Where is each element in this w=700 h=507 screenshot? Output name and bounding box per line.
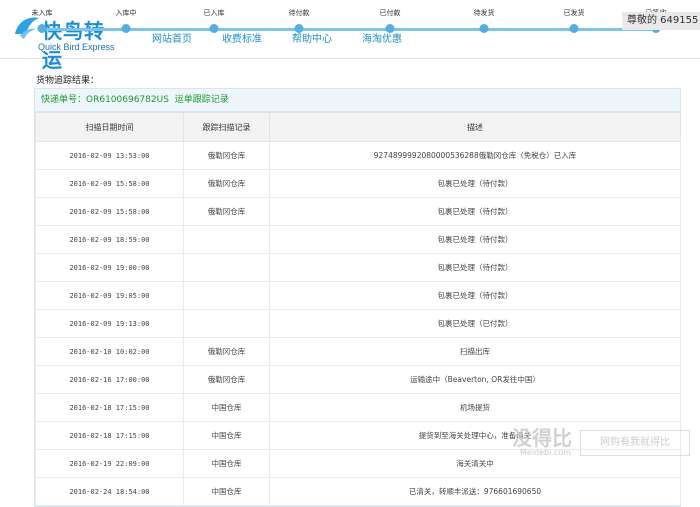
col-scan-time: 扫描日期时间 bbox=[35, 112, 184, 142]
table-row: 2016-02-09 19:00:00 包裹已处理（待付款） bbox=[35, 253, 681, 282]
col-description: 描述 bbox=[269, 112, 681, 142]
row-location bbox=[183, 225, 270, 254]
nav-help[interactable]: 帮助中心 bbox=[292, 30, 332, 45]
step-label: 已付款 bbox=[379, 10, 401, 17]
user-greeting[interactable]: 尊敬的 649155 bbox=[622, 12, 700, 30]
row-description: 运输途中（Beaverton, OR发往中国） bbox=[269, 365, 681, 394]
row-description: 包裹已处理（待付款） bbox=[269, 225, 681, 254]
row-time: 2016-02-24 18:54:00 bbox=[35, 477, 184, 506]
row-location: 俄勒冈仓库 bbox=[183, 365, 270, 394]
row-location: 俄勒冈仓库 bbox=[183, 169, 270, 198]
logo-english-text: Quick Bird Express bbox=[38, 42, 115, 52]
watermark-logo: 没得比 bbox=[512, 426, 572, 450]
row-time: 2016-02-09 19:00:00 bbox=[35, 253, 184, 282]
step-dot-icon bbox=[479, 24, 489, 33]
row-time: 2016-02-09 15:58:00 bbox=[35, 197, 184, 226]
step-label: 未入库 bbox=[31, 10, 53, 17]
row-description: 机场提货 bbox=[269, 393, 681, 422]
row-location: 俄勒冈仓库 bbox=[183, 141, 270, 170]
tracking-label: 快递单号： bbox=[41, 95, 87, 105]
row-time: 2016-02-10 10:02:00 bbox=[35, 337, 184, 366]
row-location: 中国仓库 bbox=[183, 477, 270, 506]
tracking-number: OR6100696782US bbox=[86, 95, 169, 105]
table-row: 2016-02-09 15:58:00 俄勒冈仓库 包裹已处理（待付款） bbox=[35, 197, 681, 226]
row-description: 包裹已处理（待付款） bbox=[269, 281, 681, 310]
row-location: 中国仓库 bbox=[183, 393, 270, 422]
row-description: 包裹已处理（待付款） bbox=[269, 253, 681, 282]
step-label: 已发货 bbox=[563, 10, 585, 17]
nav-pricing[interactable]: 收费标准 bbox=[222, 30, 262, 45]
site-logo[interactable]: 快鸟转运 Quick Bird Express bbox=[12, 12, 122, 72]
tracking-number-bar: 快递单号：OR6100696782US 运单跟踪记录 bbox=[35, 89, 680, 112]
row-description: 已清关，转顺丰派送：976601690650 bbox=[269, 477, 681, 506]
row-time: 2016-02-09 19:13:00 bbox=[35, 309, 184, 338]
table-row: 2016-02-10 10:02:00 俄勒冈仓库 扫描出库 bbox=[35, 337, 681, 366]
row-description: 包裹已处理（待付款） bbox=[269, 169, 681, 198]
table-row: 2016-02-24 18:54:00 中国仓库 已清关，转顺丰派送：9766016… bbox=[35, 477, 681, 506]
col-scan-record: 跟踪扫描记录 bbox=[183, 112, 270, 142]
row-location: 中国仓库 bbox=[183, 449, 270, 478]
row-time: 2016-02-09 13:53:00 bbox=[35, 141, 184, 170]
nav-home[interactable]: 网站首页 bbox=[152, 30, 192, 45]
row-location bbox=[183, 253, 270, 282]
row-time: 2016-02-19 22:09:00 bbox=[35, 449, 184, 478]
step-label: 待发货 bbox=[473, 10, 495, 17]
row-time: 2016-02-09 19:05:00 bbox=[35, 281, 184, 310]
row-location bbox=[183, 309, 270, 338]
watermark-url: Meidebi.com bbox=[520, 448, 571, 457]
row-time: 2016-02-16 17:00:00 bbox=[35, 365, 184, 394]
step-label: 待付款 bbox=[288, 10, 310, 17]
progress-track bbox=[42, 28, 660, 31]
nav-deals[interactable]: 海淘优惠 bbox=[362, 30, 402, 45]
row-time: 2016-02-18 17:15:00 bbox=[35, 393, 184, 422]
row-time: 2016-02-18 17:15:00 bbox=[35, 421, 184, 450]
watermark-slogan: 网购有我就得比 bbox=[580, 430, 690, 456]
table-header-row: 扫描日期时间 跟踪扫描记录 描述 bbox=[35, 112, 681, 142]
step-dot-icon bbox=[37, 24, 47, 33]
table-row: 2016-02-09 18:59:00 包裹已处理（待付款） bbox=[35, 225, 681, 254]
row-location: 中国仓库 bbox=[183, 421, 270, 450]
row-description: 扫描出库 bbox=[269, 337, 681, 366]
step-dot-icon bbox=[209, 24, 219, 33]
step-label: 入库中 bbox=[115, 10, 137, 17]
row-location: 俄勒冈仓库 bbox=[183, 197, 270, 226]
table-row: 2016-02-16 17:00:00 俄勒冈仓库 运输途中（Beaverton, … bbox=[35, 365, 681, 394]
table-row: 2016-02-09 19:05:00 包裹已处理（待付款） bbox=[35, 281, 681, 310]
table-row: 2016-02-09 19:13:00 包裹已处理（已付款） bbox=[35, 309, 681, 338]
step-dot-icon bbox=[569, 24, 579, 33]
row-location: 俄勒冈仓库 bbox=[183, 337, 270, 366]
table-row: 2016-02-09 15:58:00 俄勒冈仓库 包裹已处理（待付款） bbox=[35, 169, 681, 198]
result-title: 货物追踪结果： bbox=[36, 76, 100, 86]
table-row: 2016-02-18 17:15:00 中国仓库 机场提货 bbox=[35, 393, 681, 422]
row-time: 2016-02-09 15:58:00 bbox=[35, 169, 184, 198]
step-label: 已入库 bbox=[203, 10, 225, 17]
table-row: 2016-02-09 13:53:00 俄勒冈仓库 9274899992080000… bbox=[35, 141, 681, 170]
row-location bbox=[183, 281, 270, 310]
row-description: 包裹已处理（已付款） bbox=[269, 309, 681, 338]
tracking-record-link[interactable]: 运单跟踪记录 bbox=[175, 95, 229, 105]
site-header: 快鸟转运 Quick Bird Express 未入库 入库中 已入库 待付款 … bbox=[0, 0, 700, 72]
row-description: 包裹已处理（待付款） bbox=[269, 197, 681, 226]
row-time: 2016-02-09 18:59:00 bbox=[35, 225, 184, 254]
step-dot-icon bbox=[121, 24, 131, 33]
row-description: 9274899992080000536288俄勒冈仓库（免税仓）已入库 bbox=[269, 141, 681, 170]
